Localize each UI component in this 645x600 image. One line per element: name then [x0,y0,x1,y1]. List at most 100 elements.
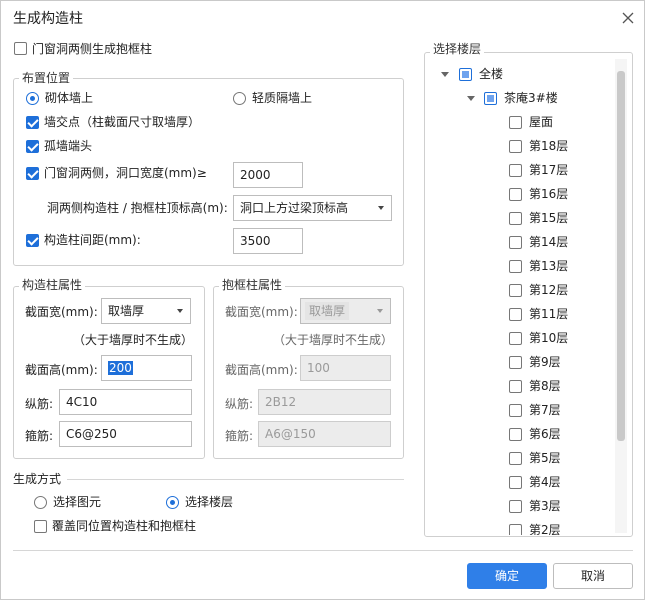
floor-select-legend: 选择楼层 [430,42,485,56]
frame-width-label: 截面宽(mm): [225,305,298,319]
column-long-bar-input[interactable]: 4C10 [59,389,192,415]
tree-checkbox-floor[interactable] [509,380,522,393]
cancel-button[interactable]: 取消 [553,563,633,589]
chevron-down-icon [177,309,183,313]
frame-column-checkbox[interactable] [14,42,27,55]
radio-light-wall[interactable] [233,92,246,108]
radio-select-floor-label: 选择楼层 [185,495,234,509]
frame-long-bar-input[interactable]: 2B12 [258,389,391,415]
radio-select-floor[interactable] [166,496,179,512]
column-height-input[interactable]: 200 [101,355,192,381]
frame-stirrup-input[interactable]: A6@150 [258,421,391,447]
tree-label-floor: 第8层 [529,379,561,393]
dialog-window: 生成构造柱 门窗洞两侧生成抱框柱 布置位置 砌体墙上 轻质隔墙上 墙交点（柱截面… [0,0,645,600]
tree-label-floor: 第17层 [529,163,569,177]
spacing-label: 构造柱间距(mm): [44,233,141,247]
tree-label-floor: 第12层 [529,283,569,297]
ok-button[interactable]: 确定 [467,563,547,589]
tree-checkbox-floor[interactable] [509,164,522,177]
overwrite-checkbox[interactable] [34,520,47,536]
tree-label-floor: 第11层 [529,307,569,321]
top-elevation-select[interactable]: 洞口上方过梁顶标高 [233,195,392,221]
spacing-checkbox[interactable] [26,234,39,250]
column-height-label: 截面高(mm): [25,363,98,377]
tree-checkbox-floor[interactable] [509,524,522,535]
opening-width-input[interactable]: 2000 [233,162,303,188]
tree-expand-icon[interactable] [441,72,449,77]
tree-checkbox-floor[interactable] [509,428,522,441]
frame-long-bar-label: 纵筋: [225,397,254,411]
close-icon[interactable] [619,9,637,27]
column-width-value: 取墙厚 [108,304,145,318]
frame-note: （大于墙厚时不生成） [273,333,394,347]
wall-joint-checkbox[interactable] [26,116,39,132]
spacing-input[interactable]: 3500 [233,228,303,254]
top-elevation-label: 洞两侧构造柱 / 抱框柱顶标高(m): [47,201,228,215]
floor-tree: 全楼 茶庵3#楼 屋面 第18层 第17层 第16层 第15层 第14层 第13层 第12层第… [427,59,613,535]
radio-masonry-wall-label: 砌体墙上 [45,91,94,105]
tree-checkbox-floor[interactable] [509,332,522,345]
tree-checkbox-building[interactable] [484,92,497,105]
tree-checkbox-floor[interactable] [509,500,522,513]
tree-label-floor: 第7层 [529,403,561,417]
frame-width-select[interactable]: 取墙厚 [300,298,391,324]
frame-height-input[interactable]: 100 [300,355,391,381]
top-elevation-value: 洞口上方过梁顶标高 [240,201,349,215]
column-stirrup-label: 箍筋: [25,429,54,443]
tree-checkbox-floor[interactable] [509,212,522,225]
radio-masonry-wall[interactable] [26,92,39,108]
frame-stirrup-label: 箍筋: [225,429,254,443]
tree-label-floor: 第18层 [529,139,569,153]
tree-checkbox-floor[interactable] [509,284,522,297]
footer-divider [13,550,633,551]
tree-checkbox-root[interactable] [459,68,472,81]
radio-light-wall-label: 轻质隔墙上 [252,91,313,105]
column-stirrup-input[interactable]: C6@250 [59,421,192,447]
radio-select-element[interactable] [34,496,47,512]
tree-checkbox-floor[interactable] [509,404,522,417]
column-props-legend: 构造柱属性 [19,278,86,292]
gen-method-divider [67,479,404,480]
tree-label-floor: 第13层 [529,259,569,273]
wall-end-label: 孤墙端头 [44,139,93,153]
tree-checkbox-floor[interactable] [509,452,522,465]
frame-column-checkbox-label: 门窗洞两侧生成抱框柱 [32,42,153,56]
tree-checkbox-floor[interactable] [509,356,522,369]
tree-label-root: 全楼 [479,67,504,81]
gen-method-legend: 生成方式 [13,472,62,486]
layout-position-legend: 布置位置 [19,71,74,85]
column-width-select[interactable]: 取墙厚 [101,298,191,324]
opening-sides-label: 门窗洞两侧，洞口宽度(mm)≥ [44,166,207,180]
column-long-bar-label: 纵筋: [25,397,54,411]
column-width-label: 截面宽(mm): [25,305,98,319]
column-note: （大于墙厚时不生成） [73,333,194,347]
chevron-down-icon [378,206,384,210]
tree-label-floor: 屋面 [529,115,554,129]
chevron-down-icon [377,309,383,313]
frame-props-legend: 抱框柱属性 [219,278,286,292]
tree-expand-icon[interactable] [467,96,475,101]
tree-checkbox-floor[interactable] [509,260,522,273]
frame-width-value: 取墙厚 [305,302,350,320]
frame-height-label: 截面高(mm): [225,363,298,377]
radio-select-element-label: 选择图元 [53,495,102,509]
tree-checkbox-floor[interactable] [509,236,522,249]
tree-label-floor: 第9层 [529,355,561,369]
tree-label-floor: 第5层 [529,451,561,465]
tree-checkbox-floor[interactable] [509,476,522,489]
wall-joint-label: 墙交点（柱截面尺寸取墙厚） [44,115,201,129]
tree-label-floor: 第10层 [529,331,569,345]
dialog-title: 生成构造柱 [13,11,83,27]
floor-scrollbar-thumb[interactable] [617,71,625,441]
tree-label-floor: 第4层 [529,475,561,489]
opening-sides-checkbox[interactable] [26,167,39,183]
overwrite-label: 覆盖同位置构造柱和抱框柱 [52,519,197,533]
wall-end-checkbox[interactable] [26,140,39,156]
tree-checkbox-floor[interactable] [509,308,522,321]
frame-column-checkbox-row[interactable] [14,42,27,58]
tree-checkbox-floor[interactable] [509,188,522,201]
tree-checkbox-floor[interactable] [509,140,522,153]
tree-checkbox-floor[interactable] [509,116,522,129]
tree-label-floor: 第3层 [529,499,561,513]
tree-label-floor: 第16层 [529,187,569,201]
